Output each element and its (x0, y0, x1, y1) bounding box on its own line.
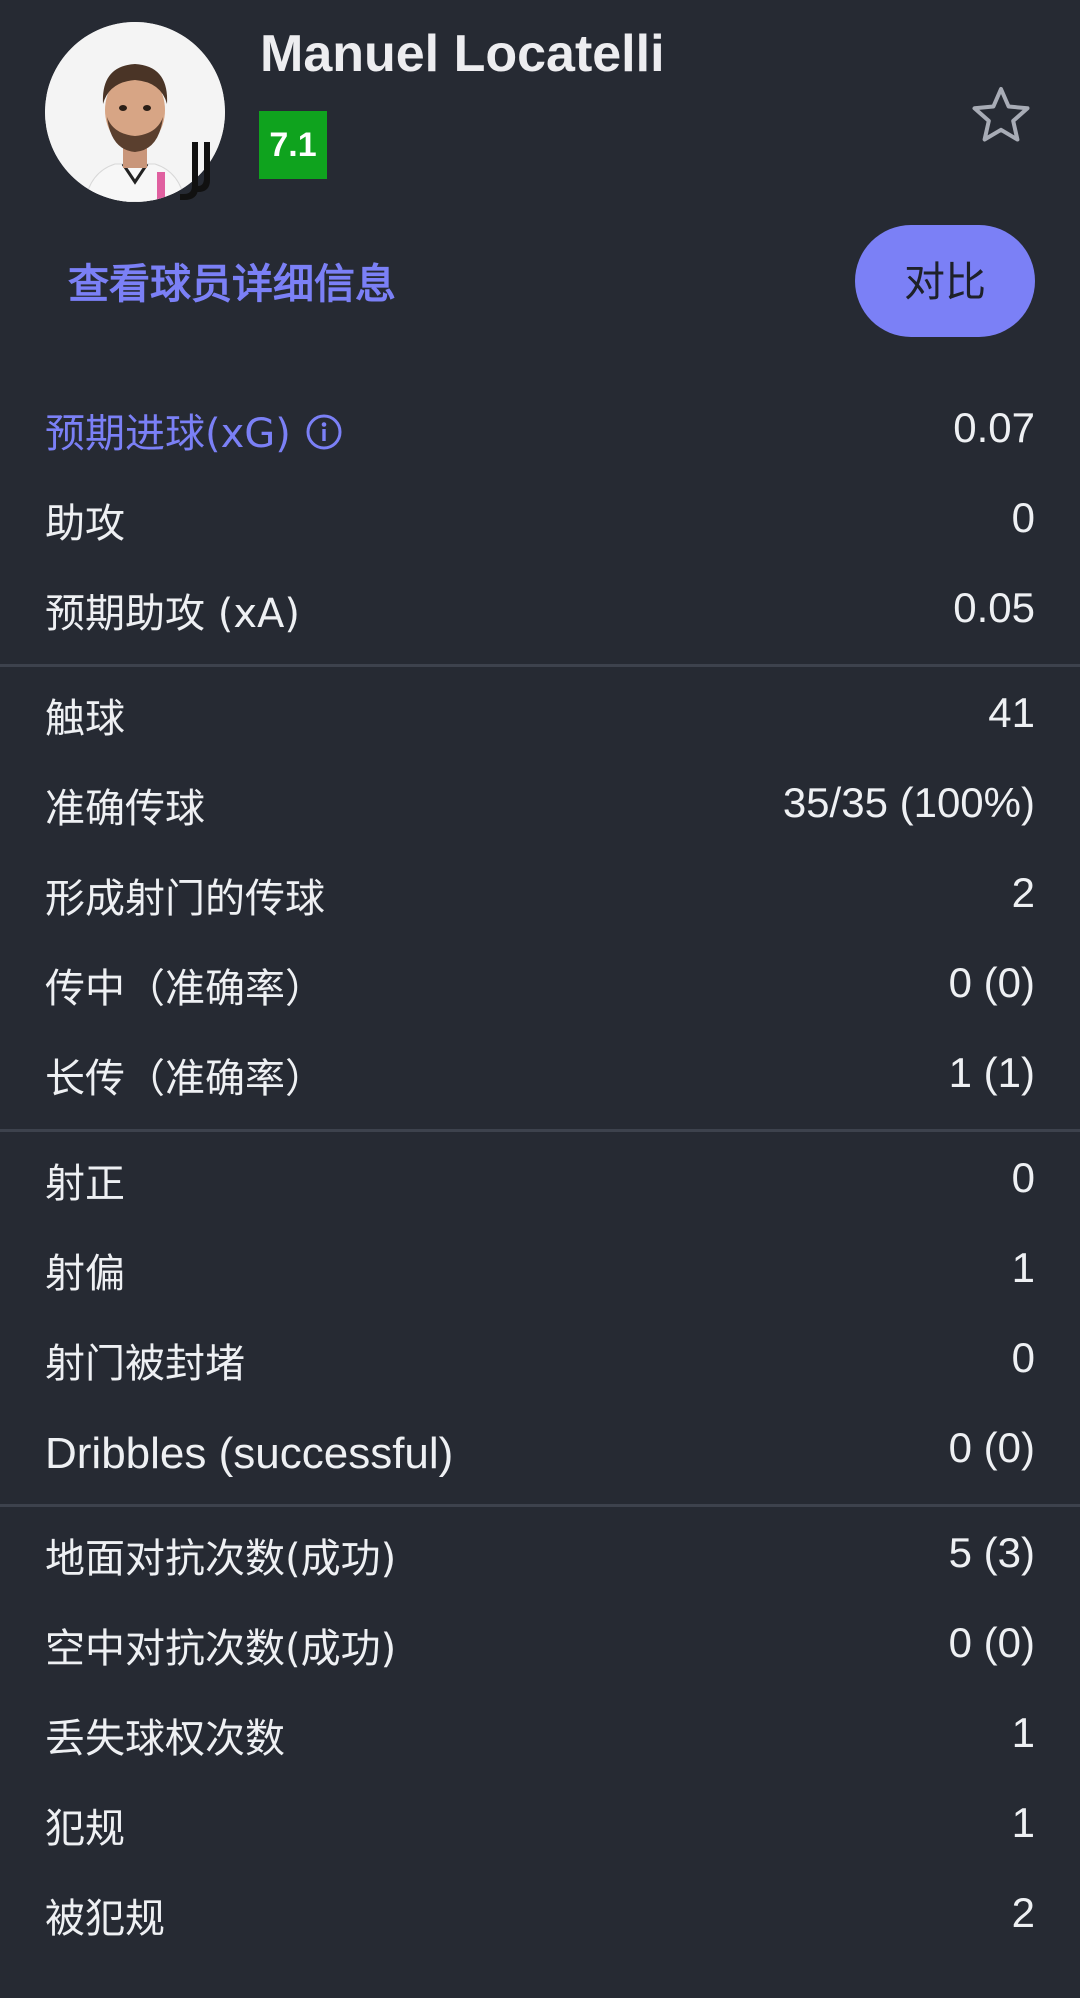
stat-row: 射门被封堵 0 (0, 1320, 1080, 1410)
stat-label-text: 射门被封堵 (45, 1341, 245, 1387)
stat-row: 地面对抗次数(成功) 5 (3) (0, 1515, 1080, 1605)
stat-value: 0.05 (953, 584, 1035, 631)
stat-label: 助攻 (45, 496, 125, 552)
stat-label-text: 助攻 (45, 501, 125, 547)
stats-section: 射正 0 射偏 1 射门被封堵 0 Dribbles (successful) 0 (0) (0, 1132, 1080, 1504)
stat-value: 0 (0) (948, 1619, 1035, 1666)
stat-row: 准确传球 35/35 (100%) (0, 765, 1080, 855)
stat-value: 1 (1) (948, 1049, 1035, 1096)
stat-row: 犯规 1 (0, 1785, 1080, 1875)
stat-label-text: Dribbles (successful) (45, 1429, 454, 1478)
stat-label: 射偏 (45, 1246, 125, 1302)
stat-label-text: 射偏 (45, 1251, 125, 1297)
stat-row: 传中（准确率） 0 (0) (0, 945, 1080, 1035)
compare-button[interactable]: 对比 (855, 225, 1035, 337)
stat-row: 空中对抗次数(成功) 0 (0) (0, 1605, 1080, 1695)
stat-row: 射偏 1 (0, 1230, 1080, 1320)
stat-value: 35/35 (100%) (782, 779, 1035, 826)
stat-value: 5 (3) (948, 1529, 1035, 1576)
stat-label: 被犯规 (45, 1891, 165, 1947)
stat-row: 形成射门的传球 2 (0, 855, 1080, 945)
stat-label: 准确传球 (45, 781, 205, 837)
stat-value: 1 (1011, 1799, 1035, 1846)
stat-value: 0.07 (953, 404, 1035, 451)
stat-row: 射正 0 (0, 1140, 1080, 1230)
stat-label: 触球 (45, 691, 125, 747)
info-circle-icon[interactable] (305, 413, 343, 451)
stat-label: 长传（准确率） (45, 1051, 325, 1107)
stats-section: 预期进球(xG) 0.07 助攻 0 预期助攻 (xA) 0.05 (0, 382, 1080, 664)
stat-label-text: 准确传球 (45, 786, 205, 832)
stat-row: 预期助攻 (xA) 0.05 (0, 570, 1080, 660)
stats-section: 触球 41 准确传球 35/35 (100%) 形成射门的传球 2 传中（准确率） 0 (0)… (0, 667, 1080, 1129)
stat-row: 丢失球权次数 1 (0, 1695, 1080, 1785)
stat-label-text: 传中（准确率） (45, 966, 325, 1012)
stat-label-text: 犯规 (45, 1806, 125, 1852)
player-rating-badge: 7.1 (259, 111, 327, 179)
stat-label: 射正 (45, 1156, 125, 1212)
stat-label[interactable]: 预期进球(xG) (45, 406, 343, 462)
stat-value: 0 (1011, 1334, 1035, 1381)
stat-value: 0 (0) (948, 959, 1035, 1006)
stat-label-text: 射正 (45, 1161, 125, 1207)
stat-label: 空中对抗次数(成功) (45, 1621, 396, 1677)
player-header: Manuel Locatelli 7.1 查看球员详细信息 对比 (0, 0, 1080, 380)
stat-label-text: 长传（准确率） (45, 1056, 325, 1102)
stat-label: 丢失球权次数 (45, 1711, 285, 1767)
stat-label: 射门被封堵 (45, 1336, 245, 1392)
stat-row: 长传（准确率） 1 (1) (0, 1035, 1080, 1125)
stat-label: 预期助攻 (xA) (45, 586, 300, 642)
stat-value: 0 (0) (948, 1424, 1035, 1471)
stat-value: 2 (1011, 869, 1035, 916)
stat-label-text: 空中对抗次数(成功) (45, 1626, 397, 1672)
stat-value: 0 (1011, 494, 1035, 541)
player-name: Manuel Locatelli (260, 25, 665, 83)
stat-value: 1 (1011, 1709, 1035, 1756)
stat-label-text: 地面对抗次数(成功) (45, 1536, 397, 1582)
stat-label: 地面对抗次数(成功) (45, 1531, 396, 1587)
stat-label-text: 触球 (45, 696, 125, 742)
view-player-details-link[interactable]: 查看球员详细信息 (68, 252, 396, 316)
stat-row: 触球 41 (0, 675, 1080, 765)
stat-label-text: 被犯规 (45, 1896, 165, 1942)
stat-row: Dribbles (successful) 0 (0) (0, 1410, 1080, 1500)
club-badge-icon (180, 142, 210, 200)
player-stats-list: 预期进球(xG) 0.07 助攻 0 预期助攻 (xA) 0.05 触球 41 准确传球 35/3… (0, 382, 1080, 1969)
stat-row: 助攻 0 (0, 480, 1080, 570)
stat-value: 2 (1011, 1889, 1035, 1936)
stat-label: 犯规 (45, 1801, 125, 1857)
star-outline-icon[interactable] (970, 84, 1032, 146)
stat-row: 被犯规 2 (0, 1875, 1080, 1965)
stat-label: Dribbles (successful) (45, 1426, 453, 1482)
stat-label-text: 预期进球(xG) (45, 411, 291, 457)
stat-label-text: 预期助攻 (xA) (45, 591, 300, 637)
stat-value: 0 (1011, 1154, 1035, 1201)
stat-label: 传中（准确率） (45, 961, 325, 1017)
stat-row: 预期进球(xG) 0.07 (0, 390, 1080, 480)
stat-label: 形成射门的传球 (45, 871, 325, 927)
stat-label-text: 形成射门的传球 (45, 876, 325, 922)
stat-label-text: 丢失球权次数 (45, 1716, 285, 1762)
stat-value: 41 (988, 689, 1035, 736)
stat-value: 1 (1011, 1244, 1035, 1291)
stats-section: 地面对抗次数(成功) 5 (3) 空中对抗次数(成功) 0 (0) 丢失球权次数 1 犯规 1… (0, 1507, 1080, 1969)
